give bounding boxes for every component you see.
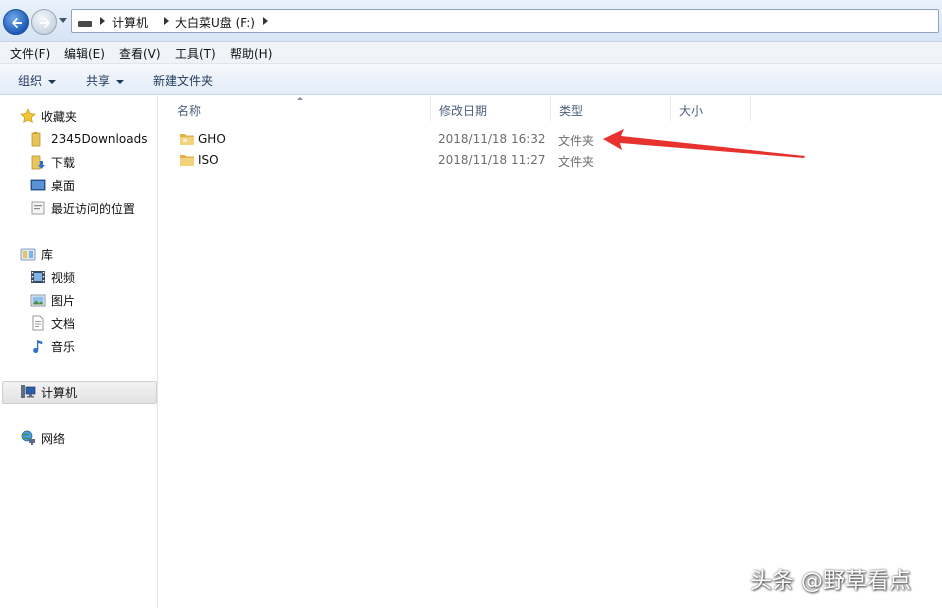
desktop-icon [30, 177, 46, 193]
nav-item-label: 最近访问的位置 [51, 201, 136, 216]
nav-computer[interactable]: 计算机 [20, 382, 77, 402]
menu-help[interactable]: 帮助(H) [230, 45, 272, 62]
nav-item-2345downloads[interactable]: 2345Downloads [30, 129, 147, 149]
nav-item-downloads[interactable]: 下载 [30, 152, 75, 172]
nav-item-label: 视频 [51, 270, 76, 285]
file-name: GHO [198, 132, 226, 146]
annotation-arrow-icon [603, 129, 805, 158]
column-header-date-modified[interactable]: 修改日期 [431, 96, 551, 121]
share-button[interactable]: 共享 [86, 72, 125, 89]
nav-item-desktop[interactable]: 桌面 [30, 175, 75, 195]
nav-item-label: 音乐 [51, 339, 76, 354]
drive-icon [78, 21, 92, 27]
menu-bar: 文件(F) 编辑(E) 查看(V) 工具(T) 帮助(H) [0, 42, 942, 64]
folder-icon [30, 131, 46, 147]
music-icon [30, 338, 46, 354]
chevron-down-icon [116, 79, 125, 84]
breadcrumb-separator[interactable] [164, 17, 169, 25]
nav-favorites[interactable]: 收藏夹 [20, 106, 77, 126]
share-label: 共享 [86, 74, 111, 88]
organize-button[interactable]: 组织 [18, 72, 57, 89]
nav-item-pictures[interactable]: 图片 [30, 290, 75, 310]
nav-network-label: 网络 [41, 431, 66, 446]
column-header-type[interactable]: 类型 [551, 96, 671, 121]
nav-item-recent-places[interactable]: 最近访问的位置 [30, 198, 135, 218]
forward-arrow-icon [40, 17, 50, 29]
nav-item-videos[interactable]: 视频 [30, 267, 75, 287]
nav-item-label: 图片 [51, 293, 76, 308]
back-button[interactable] [3, 9, 29, 35]
recent-pages-dropdown[interactable] [59, 18, 67, 23]
download-icon [30, 154, 46, 170]
nav-item-label: 桌面 [51, 178, 76, 193]
breadcrumb-drive[interactable]: 大白菜U盘 (F:) [175, 14, 255, 31]
nav-libraries-label: 库 [41, 247, 54, 262]
computer-icon [20, 384, 36, 400]
back-arrow-icon [12, 17, 22, 29]
file-type: 文件夹 [558, 134, 595, 148]
star-icon [20, 108, 36, 124]
nav-computer-label: 计算机 [41, 385, 78, 400]
file-date: 2018/11/18 11:27 [438, 153, 546, 167]
chevron-down-icon [48, 79, 57, 84]
address-box[interactable]: 计算机 大白菜U盘 (F:) [71, 9, 939, 33]
breadcrumb-separator[interactable] [263, 17, 268, 25]
address-toolbar: 计算机 大白菜U盘 (F:) [0, 0, 942, 42]
nav-item-label: 文档 [51, 316, 76, 331]
command-bar: 组织 共享 新建文件夹 [0, 64, 942, 95]
nav-libraries[interactable]: 库 [20, 244, 53, 264]
file-date: 2018/11/18 16:32 [438, 132, 546, 146]
nav-item-music[interactable]: 音乐 [30, 336, 75, 356]
breadcrumb-computer[interactable]: 计算机 [112, 14, 148, 31]
nav-item-label: 下载 [51, 155, 76, 170]
nav-network[interactable]: 网络 [20, 428, 65, 448]
nav-item-label: 2345Downloads [51, 132, 148, 146]
file-name: ISO [198, 153, 219, 167]
video-icon [30, 269, 46, 285]
column-header-size[interactable]: 大小 [671, 96, 751, 121]
navigation-pane: 收藏夹 2345Downloads 下载 桌面 最近访问的位置 库 视频 图片 … [0, 96, 158, 608]
file-type: 文件夹 [558, 155, 595, 169]
breadcrumb-separator[interactable] [100, 17, 105, 25]
menu-tools[interactable]: 工具(T) [175, 45, 216, 62]
network-icon [20, 430, 36, 446]
new-folder-button[interactable]: 新建文件夹 [153, 72, 213, 89]
organize-label: 组织 [18, 74, 43, 88]
column-header-name[interactable]: 名称 [169, 96, 431, 121]
picture-icon [30, 292, 46, 308]
document-icon [30, 315, 46, 331]
folder-icon [180, 155, 194, 166]
library-icon [20, 246, 36, 262]
menu-file[interactable]: 文件(F) [10, 45, 50, 62]
recent-places-icon [30, 200, 46, 216]
menu-edit[interactable]: 编辑(E) [64, 45, 105, 62]
folder-icon [180, 134, 194, 145]
watermark: 头条 @野草看点 [750, 569, 911, 594]
nav-item-documents[interactable]: 文档 [30, 313, 75, 333]
forward-button[interactable] [31, 9, 57, 35]
menu-view[interactable]: 查看(V) [119, 45, 161, 62]
file-list: 名称 修改日期 类型 大小 GHO 2018/11/18 16:32 文件夹 I… [159, 96, 942, 608]
nav-favorites-label: 收藏夹 [41, 109, 78, 124]
